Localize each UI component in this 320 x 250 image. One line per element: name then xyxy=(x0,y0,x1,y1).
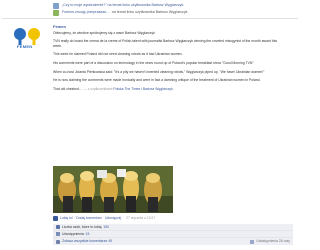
post-photo[interactable] xyxy=(53,166,173,213)
thumb-icon xyxy=(53,9,59,16)
post-timestamp[interactable]: 27 stycznia o 10:27 xyxy=(126,216,155,221)
facebook-feed: „Czy to moje wyobrażenie?” na temat link… xyxy=(0,0,300,250)
comment-link[interactable]: Dodaj komentarz xyxy=(76,216,102,221)
post-paragraph: He is now claiming the comments were mad… xyxy=(53,78,261,83)
comment-icon xyxy=(53,2,59,9)
feedback-box: Liczba osób, które to lubią: 150 Udostęp… xyxy=(53,224,293,245)
previous-item-text[interactable]: Fominn znuuję przepraszać… xyxy=(62,10,110,15)
likes-text: Liczba osób, które to lubią: xyxy=(62,224,103,229)
post-body: Femen Obiecujemy, że wkrótce spróbujemy … xyxy=(53,24,283,95)
view-all-comments-link[interactable]: Zobacz wszystkie komentarze xyxy=(62,239,107,244)
previous-item-text[interactable]: „Czy to moje wyobrażenie?” na temat link… xyxy=(62,3,184,8)
shares-text: Udostępnienia: xyxy=(62,231,85,236)
divider xyxy=(2,18,298,19)
comments-summary: Udostępnienia 26 razy xyxy=(250,239,293,244)
separator-dot: · xyxy=(102,216,104,221)
post-paragraph: When co-host Jolanta Pieńkowska said: "I… xyxy=(53,69,265,74)
likes-count[interactable]: 150 xyxy=(103,225,109,230)
femen-logo-mark xyxy=(14,28,40,45)
comments-count: 49 xyxy=(108,239,112,244)
comments-summary-text: Udostępnienia 26 razy xyxy=(256,239,290,244)
previous-item[interactable]: „Czy to moje wyobrażenie?” na temat link… xyxy=(53,2,273,9)
share-icon xyxy=(56,232,60,236)
likes-row: Liczba osób, które to lubią: 150 xyxy=(53,224,293,231)
post-type-icon xyxy=(53,216,58,221)
tagged-with-label: — z użytkownikami xyxy=(83,86,113,91)
post-photo-image xyxy=(53,166,173,213)
post-paragraph: TVN really do boast the crema de la crem… xyxy=(53,39,278,48)
like-icon xyxy=(56,225,60,229)
tagged-users-link[interactable]: Polska The Times i Bartosz Węglarczyk. xyxy=(113,87,173,91)
previous-notifications: „Czy to moje wyobrażenie?” na temat link… xyxy=(53,2,273,16)
separator-dot: · xyxy=(74,216,76,221)
logo-text: FEMEN xyxy=(17,44,33,49)
comments-row: Zobacz wszystkie komentarze 49 Udostępni… xyxy=(53,238,293,245)
post-last-line-prefix: That old chestnut… xyxy=(53,86,83,91)
like-link[interactable]: Lubię to! xyxy=(60,216,73,221)
post-author[interactable]: Femen xyxy=(53,24,283,30)
post-paragraph: Obiecujemy, że wkrótce spróbujemy się z … xyxy=(53,30,155,35)
share-link[interactable]: Udostępnij xyxy=(105,216,121,221)
femen-logo[interactable]: FEMEN xyxy=(3,26,51,54)
previous-item[interactable]: Fominn znuuję przepraszać… na temat link… xyxy=(53,9,273,16)
share-count-icon xyxy=(250,239,255,244)
post-paragraph: This week he claimed Poland did not need… xyxy=(53,52,183,57)
comment-icon xyxy=(56,239,60,244)
previous-item-suffix: na temat linku użytkownika Bartosz Węgla… xyxy=(111,10,189,15)
shares-count[interactable]: 15 xyxy=(86,232,90,237)
shares-row: Udostępnienia: 15 xyxy=(53,231,293,238)
post-last-line: That old chestnut… — z użytkownikami Pol… xyxy=(53,87,283,92)
post-actions: Lubię to! · Dodaj komentarz · Udostępnij… xyxy=(53,216,293,221)
separator-dot: · xyxy=(121,216,124,221)
post-paragraph: His comments were part of a discussion o… xyxy=(53,60,254,65)
